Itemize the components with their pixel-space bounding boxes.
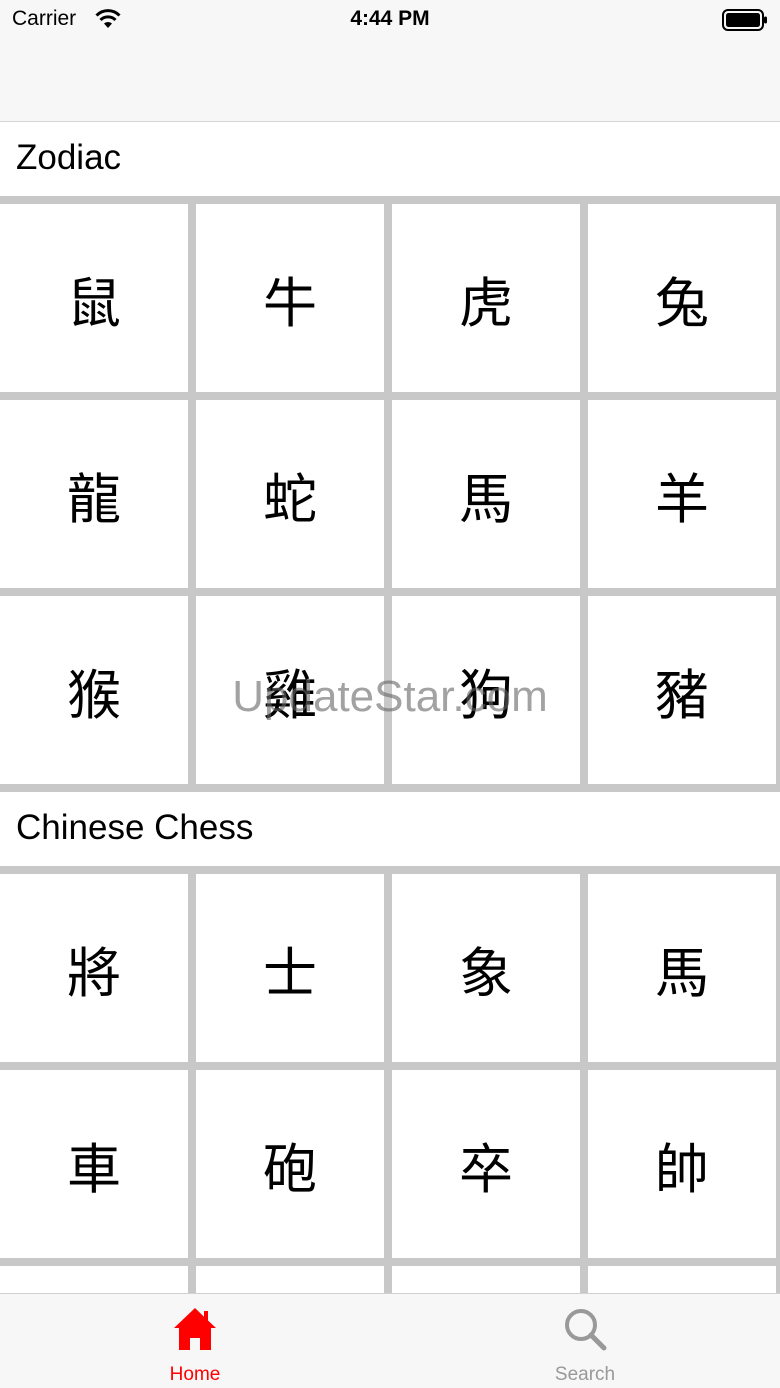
character-cell[interactable]: 馬 <box>588 874 776 1062</box>
tab-search-label: Search <box>554 1364 616 1385</box>
character-cell-partial[interactable] <box>392 1266 580 1293</box>
character-cell-partial[interactable] <box>588 1266 776 1293</box>
status-time: 4:44 PM <box>350 7 430 30</box>
character-cell[interactable]: 龍 <box>0 400 188 588</box>
character-cell[interactable]: 卒 <box>392 1070 580 1258</box>
battery-icon <box>722 9 767 31</box>
character-cell[interactable]: 象 <box>392 874 580 1062</box>
character-cell[interactable]: 帥 <box>588 1070 776 1258</box>
character-cell[interactable]: 馬 <box>392 400 580 588</box>
section-header: Zodiac <box>0 122 780 196</box>
tab-bar: Home Search <box>0 1293 780 1388</box>
character-cell[interactable]: 砲 <box>196 1070 384 1258</box>
character-cell[interactable]: 雞 <box>196 596 384 784</box>
search-icon <box>565 1309 607 1351</box>
character-cell[interactable]: 羊 <box>588 400 776 588</box>
character-cell[interactable]: 鼠 <box>0 204 188 392</box>
character-cell[interactable]: 狗 <box>392 596 580 784</box>
section-title: Zodiac <box>16 138 122 177</box>
section-header: Chinese Chess <box>0 792 780 866</box>
collection-view[interactable]: Zodiac 鼠牛虎兔龍蛇馬羊猴雞狗豬 Chinese Chess 將士象馬車砲卒帥 <box>0 122 780 1293</box>
character-cell-partial[interactable] <box>0 1266 188 1293</box>
tab-home-label: Home <box>169 1364 221 1385</box>
character-cell[interactable]: 虎 <box>392 204 580 392</box>
tab-home[interactable]: Home <box>0 1294 390 1388</box>
character-cell[interactable]: 車 <box>0 1070 188 1258</box>
section-title: Chinese Chess <box>16 808 254 847</box>
tab-search[interactable]: Search <box>390 1294 780 1388</box>
character-cell[interactable]: 豬 <box>588 596 776 784</box>
home-icon <box>174 1308 216 1350</box>
character-cell-partial[interactable] <box>196 1266 384 1293</box>
character-cell[interactable]: 士 <box>196 874 384 1062</box>
character-cell[interactable]: 兔 <box>588 204 776 392</box>
character-cell[interactable]: 牛 <box>196 204 384 392</box>
status-bar: Carrier 4:44 PM <box>0 0 780 40</box>
character-cell[interactable]: 將 <box>0 874 188 1062</box>
navigation-bar <box>0 40 780 122</box>
character-cell[interactable]: 猴 <box>0 596 188 784</box>
character-cell[interactable]: 蛇 <box>196 400 384 588</box>
